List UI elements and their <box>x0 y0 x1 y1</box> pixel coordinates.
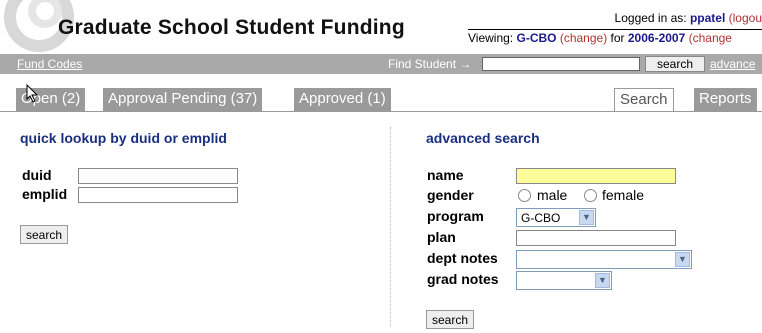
duid-input[interactable] <box>78 168 238 184</box>
fund-codes-link[interactable]: Fund Codes <box>17 57 82 71</box>
login-status: Logged in as: ppatel (logou <box>615 11 762 25</box>
logout-link[interactable]: (logou <box>729 11 762 25</box>
program-value: G-CBO <box>521 211 561 225</box>
dept-notes-label: dept notes <box>427 250 498 266</box>
gender-male-radio[interactable] <box>518 189 531 202</box>
unit-value: G-CBO <box>516 31 557 45</box>
quick-lookup-title: quick lookup by duid or emplid <box>20 130 227 146</box>
tab-approved[interactable]: Approved (1) <box>294 88 391 111</box>
change-year-link[interactable]: (change <box>689 31 732 45</box>
gender-label: gender <box>427 187 474 203</box>
grad-notes-label: grad notes <box>427 271 499 287</box>
program-select[interactable]: G-CBO ▼ <box>516 208 596 227</box>
tab-search[interactable]: Search <box>614 88 674 112</box>
nav-bar: Fund Codes Find Student → search advance <box>0 54 762 74</box>
dept-notes-select[interactable]: ▼ <box>516 250 692 269</box>
quick-search-button[interactable]: search <box>20 225 69 244</box>
viewing-prefix: Viewing: <box>468 31 517 45</box>
advanced-link[interactable]: advance <box>710 57 755 71</box>
advanced-search-button[interactable]: search <box>426 310 475 329</box>
find-search-button[interactable]: search <box>645 56 705 72</box>
login-prefix: Logged in as: <box>614 11 690 25</box>
viewing-status: Viewing: G-CBO (change) for 2006-2007 (c… <box>468 31 732 45</box>
tab-approval-pending[interactable]: Approval Pending (37) <box>103 88 263 111</box>
emplid-label: emplid <box>22 186 68 202</box>
chevron-down-icon: ▼ <box>579 210 594 225</box>
header-rule <box>468 29 762 30</box>
panel-divider <box>390 127 392 327</box>
year-value: 2006-2007 <box>627 31 686 45</box>
grad-notes-select[interactable]: ▼ <box>516 271 612 290</box>
find-student-label: Find Student → <box>388 57 472 71</box>
program-label: program <box>427 208 484 224</box>
tab-reports[interactable]: Reports <box>694 88 757 111</box>
duid-label: duid <box>22 167 52 183</box>
emplid-input[interactable] <box>78 187 238 203</box>
find-student-input[interactable] <box>482 57 640 71</box>
user-link[interactable]: ppatel <box>690 11 725 25</box>
tab-baseline <box>0 111 762 112</box>
plan-label: plan <box>427 229 456 245</box>
gender-male-label: male <box>537 187 568 203</box>
plan-input[interactable] <box>516 230 676 246</box>
chevron-down-icon: ▼ <box>595 273 610 288</box>
advanced-search-title: advanced search <box>426 130 540 146</box>
name-input[interactable] <box>516 168 676 184</box>
change-unit-link[interactable]: (change) <box>560 31 607 45</box>
name-label: name <box>427 167 464 183</box>
chevron-down-icon: ▼ <box>675 252 690 267</box>
app-title: Graduate School Student Funding <box>58 16 405 39</box>
gender-female-label: female <box>602 187 645 203</box>
gender-female-radio[interactable] <box>584 189 597 202</box>
for-text: for <box>607 31 628 45</box>
mouse-cursor-icon <box>26 84 39 103</box>
